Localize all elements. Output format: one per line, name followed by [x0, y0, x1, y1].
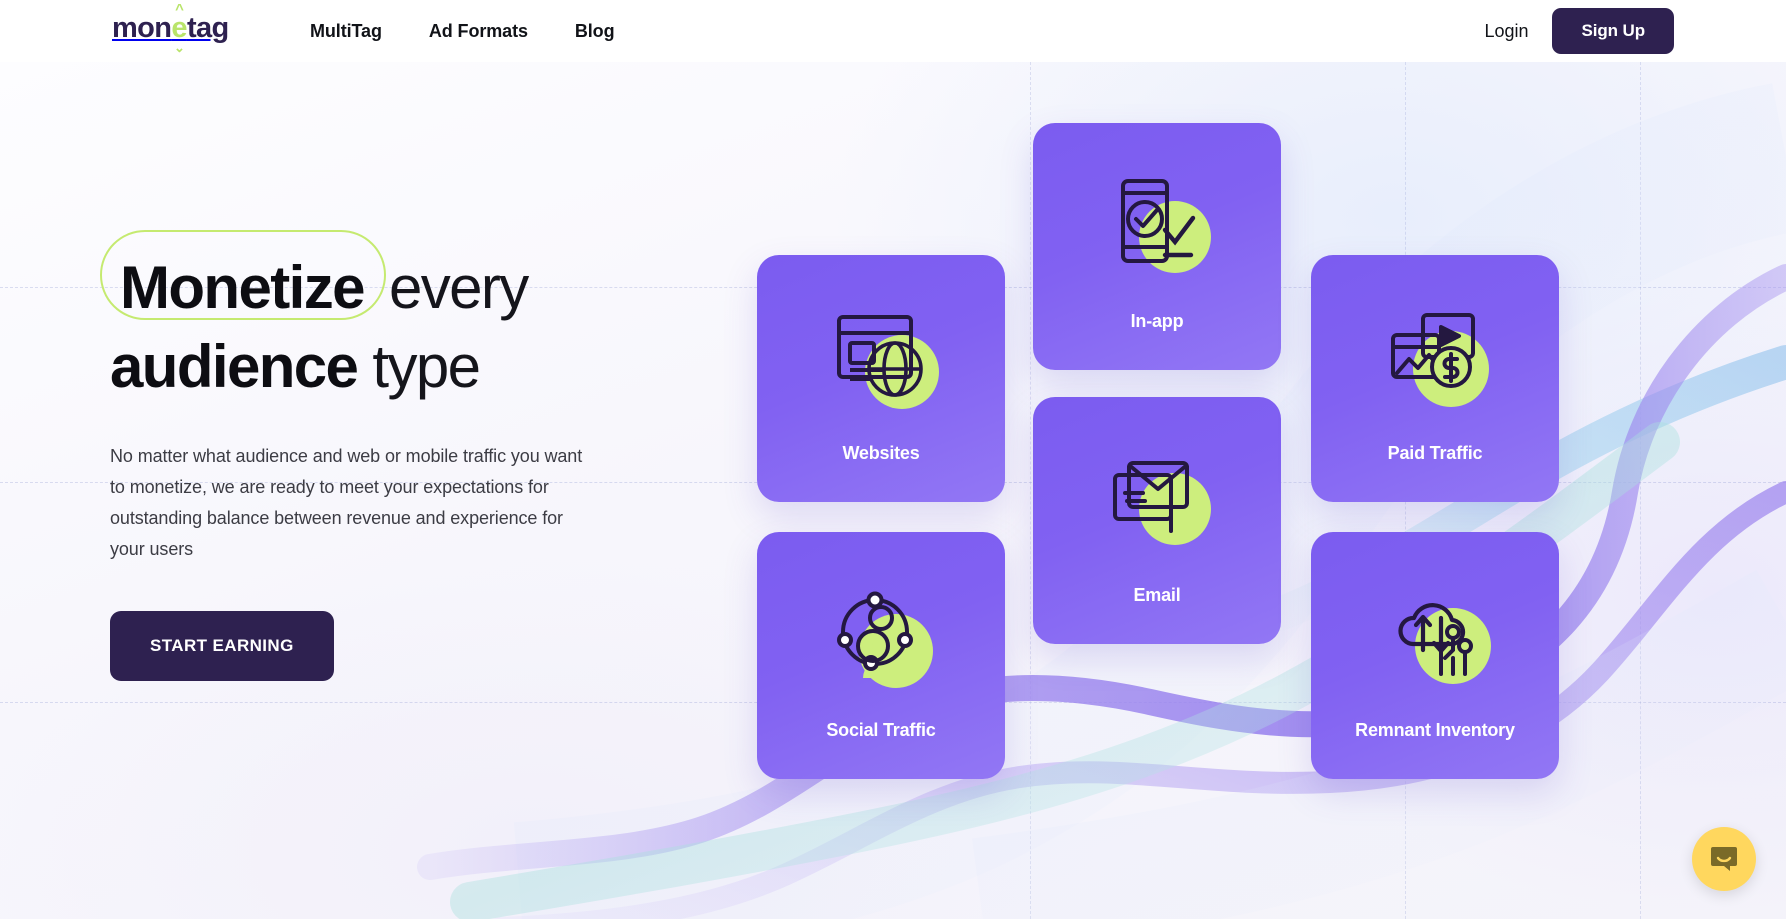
site-header: mon ^ e ⌄ tag MultiTag Ad Formats Blog Login… — [0, 0, 1786, 62]
network-people-icon — [825, 578, 937, 690]
page-root: mon ^ e ⌄ tag MultiTag Ad Formats Blog Login… — [0, 0, 1786, 919]
logo-text: mon ^ e ⌄ tag — [112, 1, 229, 55]
nav-item-multitag[interactable]: MultiTag — [310, 21, 382, 42]
card-label: Paid Traffic — [1387, 443, 1483, 463]
logo-suffix: tag — [186, 12, 229, 44]
headline-line-2: audience type — [110, 331, 630, 404]
nav-item-ad-formats[interactable]: Ad Formats — [429, 21, 528, 42]
card-label: Social Traffic — [826, 720, 936, 740]
card-social-traffic[interactable]: Social Traffic — [757, 532, 1005, 779]
phone-check-icon — [1101, 169, 1213, 281]
card-email[interactable]: Email — [1033, 397, 1281, 644]
signup-button[interactable]: Sign Up — [1552, 8, 1674, 54]
card-label: Email — [1133, 585, 1181, 605]
card-paid-traffic[interactable]: Paid Traffic — [1311, 255, 1559, 502]
chat-bubble-icon — [1709, 843, 1739, 876]
logo-monetag[interactable]: mon ^ e ⌄ tag — [112, 1, 229, 55]
media-dollar-icon — [1379, 301, 1491, 413]
start-earning-button[interactable]: START EARNING — [110, 611, 334, 681]
card-remnant-inventory[interactable]: Remnant Inventory — [1311, 532, 1559, 779]
browser-globe-icon — [825, 301, 939, 413]
cloud-circuit-icon — [1379, 578, 1491, 690]
card-label: Websites — [842, 443, 920, 463]
headline-word-audience: audience — [110, 332, 359, 400]
chat-widget-button[interactable] — [1692, 827, 1756, 891]
header-actions: Login Sign Up — [1484, 0, 1674, 62]
logo-prefix: mon — [112, 12, 172, 44]
envelope-icon — [1101, 443, 1213, 555]
page-title: Monetize every audience type — [100, 230, 630, 404]
card-websites[interactable]: Websites — [757, 255, 1005, 502]
main-navigation: MultiTag Ad Formats Blog — [310, 0, 615, 62]
headline-circled-word: Monetize — [100, 230, 386, 325]
card-label: In-app — [1130, 311, 1184, 331]
logo-accent-e: ^ e ⌄ — [171, 1, 187, 55]
hero-copy: Monetize every audience type No matter w… — [100, 230, 630, 681]
logo-circumflex-icon: ^ — [175, 1, 184, 18]
card-in-app[interactable]: In-app — [1033, 123, 1281, 370]
card-label: Remnant Inventory — [1355, 720, 1515, 740]
headline-word-type: type — [372, 332, 481, 400]
login-link[interactable]: Login — [1484, 21, 1528, 42]
hero-description: No matter what audience and web or mobil… — [110, 446, 583, 560]
headline-word-every: every — [388, 254, 529, 321]
logo-chevron-down-icon: ⌄ — [174, 40, 185, 55]
nav-item-blog[interactable]: Blog — [575, 21, 615, 42]
